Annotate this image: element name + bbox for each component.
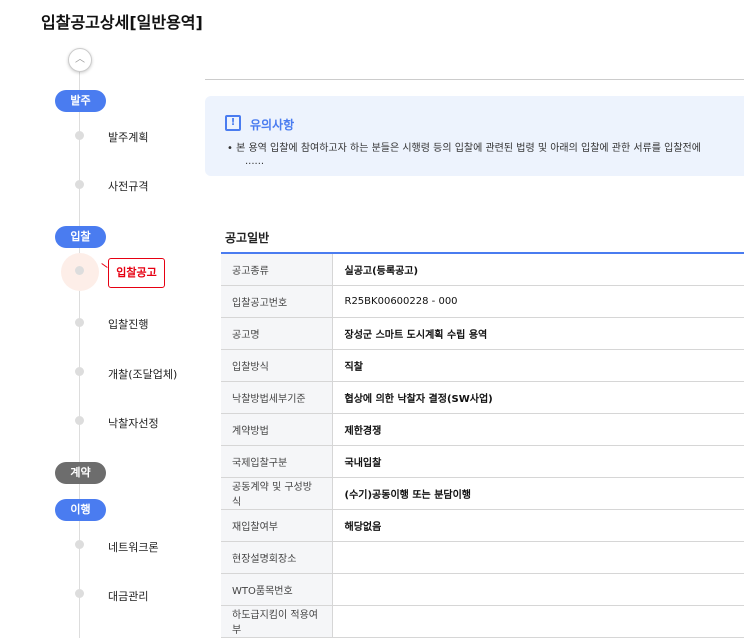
table-row: 재입찰여부 해당없음 xyxy=(221,509,744,542)
row-value: (수기)공동이행 또는 분담이행 xyxy=(332,477,744,510)
page-title: 입찰공고상세[일반용역] xyxy=(41,13,203,32)
section-title: 공고일반 xyxy=(225,231,270,245)
scroll-up-button[interactable]: ︿ xyxy=(68,48,92,72)
table-row: 현장설명회장소 xyxy=(221,541,744,574)
row-label: 재입찰여부 xyxy=(221,509,333,542)
step-opening[interactable]: 개찰(조달업체) xyxy=(108,366,177,382)
table-row: 계약방법 제한경쟁 xyxy=(221,413,744,446)
phase-contract[interactable]: 계약 xyxy=(55,462,106,484)
phase-perform[interactable]: 이행 xyxy=(55,499,106,521)
notice-body: • 본 용역 입찰에 참여하고자 하는 분들은 시행령 등의 입찰에 관련된 법… xyxy=(227,143,701,154)
step-order-plan[interactable]: 발주계획 xyxy=(108,129,148,145)
table-row: 공고종류 실공고(등록공고) xyxy=(221,253,744,286)
step-dot xyxy=(75,266,84,275)
table-row: WTO품목번호 xyxy=(221,573,744,606)
row-label: 낙찰방법세부기준 xyxy=(221,381,333,414)
step-dot xyxy=(75,367,84,376)
exclamation-icon: ! xyxy=(225,115,241,131)
phase-order[interactable]: 발주 xyxy=(55,90,106,112)
notice-box: ! 유의사항 • 본 용역 입찰에 참여하고자 하는 분들은 시행령 등의 입찰… xyxy=(205,96,744,176)
row-value xyxy=(332,573,744,606)
step-bid-progress[interactable]: 입찰진행 xyxy=(108,316,148,332)
notice-title: 유의사항 xyxy=(250,118,295,132)
table-row: 하도급지킴이 적용여부 xyxy=(221,605,744,638)
notice-more: ...... xyxy=(245,156,265,167)
step-dot xyxy=(75,131,84,140)
table-row: 공동계약 및 구성방식 (수기)공동이행 또는 분담이행 xyxy=(221,477,744,510)
row-value: R25BK00600228 - 000 xyxy=(332,285,744,318)
table-row: 낙찰방법세부기준 협상에 의한 낙찰자 결정(SW사업) xyxy=(221,381,744,414)
row-value: 해당없음 xyxy=(332,509,744,542)
table-row: 입찰공고번호 R25BK00600228 - 000 xyxy=(221,285,744,318)
row-value: 실공고(등록공고) xyxy=(332,253,744,286)
step-dot xyxy=(75,180,84,189)
timeline-line xyxy=(79,70,80,638)
row-value: 장성군 스마트 도시계획 수립 용역 xyxy=(332,317,744,350)
row-label: 계약방법 xyxy=(221,413,333,446)
step-dot xyxy=(75,540,84,549)
row-value xyxy=(332,605,744,638)
row-value: 직찰 xyxy=(332,349,744,382)
active-pointer xyxy=(101,263,108,268)
step-network[interactable]: 네트워크론 xyxy=(108,539,159,555)
table-row: 입찰방식 직찰 xyxy=(221,349,744,382)
divider xyxy=(205,79,744,80)
step-bid-notice[interactable]: 입찰공고 xyxy=(108,258,165,288)
row-label: 입찰방식 xyxy=(221,349,333,382)
row-label: 공동계약 및 구성방식 xyxy=(221,477,333,510)
phase-bid[interactable]: 입찰 xyxy=(55,226,106,248)
notice-info-table: 공고종류 실공고(등록공고) 입찰공고번호 R25BK00600228 - 000 공고… xyxy=(221,252,744,638)
row-label: 국제입찰구분 xyxy=(221,445,333,478)
step-payment[interactable]: 대금관리 xyxy=(108,588,148,604)
row-label: 하도급지킴이 적용여부 xyxy=(221,605,333,638)
step-dot xyxy=(75,589,84,598)
chevron-up-icon: ︿ xyxy=(75,54,85,65)
row-value: 국내입찰 xyxy=(332,445,744,478)
row-label: WTO품목번호 xyxy=(221,573,333,606)
row-label: 공고종류 xyxy=(221,253,333,286)
row-label: 공고명 xyxy=(221,317,333,350)
table-row: 국제입찰구분 국내입찰 xyxy=(221,445,744,478)
row-label: 현장설명회장소 xyxy=(221,541,333,574)
step-winner[interactable]: 낙찰자선정 xyxy=(108,415,159,431)
row-label: 입찰공고번호 xyxy=(221,285,333,318)
step-dot xyxy=(75,416,84,425)
row-value: 협상에 의한 낙찰자 결정(SW사업) xyxy=(332,381,744,414)
step-pre-spec[interactable]: 사전규격 xyxy=(108,178,148,194)
table-row: 공고명 장성군 스마트 도시계획 수립 용역 xyxy=(221,317,744,350)
row-value xyxy=(332,541,744,574)
step-dot xyxy=(75,318,84,327)
row-value: 제한경쟁 xyxy=(332,413,744,446)
